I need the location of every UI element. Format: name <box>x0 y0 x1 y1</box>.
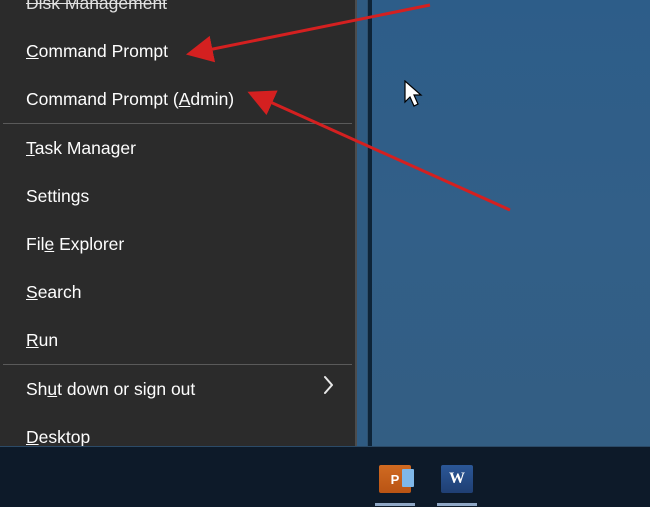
app-letter: W <box>449 470 465 488</box>
taskbar-app-word[interactable]: W <box>435 453 479 505</box>
menu-label-post: t down or sign out <box>57 379 195 399</box>
menu-item-file-explorer[interactable]: File Explorer <box>0 220 355 268</box>
menu-item-shutdown-signout[interactable]: Shut down or sign out <box>0 365 355 413</box>
taskbar[interactable]: P W <box>0 446 650 507</box>
menu-item-search[interactable]: Search <box>0 268 355 316</box>
presentation-icon: P <box>379 465 411 493</box>
taskbar-running-indicator <box>437 503 477 506</box>
menu-label-pre: Sh <box>26 379 47 399</box>
menu-label-key: S <box>26 282 38 302</box>
menu-item-command-prompt-admin[interactable]: Command Prompt (Admin) <box>0 75 355 123</box>
menu-label-post: Explorer <box>54 234 124 254</box>
menu-label-key: e <box>44 234 54 254</box>
menu-label-post: ask Manager <box>35 138 136 158</box>
menu-label-key: u <box>47 379 57 399</box>
menu-label-post: s <box>80 186 89 206</box>
menu-label-pre: Command Prompt ( <box>26 89 179 109</box>
menu-label-post: ommand Prompt <box>39 41 168 61</box>
menu-item-run[interactable]: Run <box>0 316 355 364</box>
menu-item-settings[interactable]: Settings <box>0 172 355 220</box>
taskbar-apps: P W <box>373 448 479 505</box>
menu-label-pre: Fil <box>26 234 44 254</box>
menu-item-disk-management[interactable]: Disk Management <box>0 0 355 27</box>
word-icon: W <box>441 465 473 493</box>
menu-label-post: esktop <box>39 427 91 447</box>
menu-label-post: dmin) <box>190 89 234 109</box>
menu-item-task-manager[interactable]: Task Manager <box>0 124 355 172</box>
menu-item-command-prompt[interactable]: Command Prompt <box>0 27 355 75</box>
menu-label-post: Disk Management <box>26 0 167 13</box>
taskbar-border <box>0 446 650 447</box>
menu-label-key: A <box>179 89 191 109</box>
taskbar-app-presentation[interactable]: P <box>373 453 417 505</box>
desktop-background[interactable] <box>367 0 650 446</box>
window-edge <box>367 0 372 446</box>
menu-label-post: un <box>39 330 58 350</box>
menu-label-pre: Settin <box>26 186 71 206</box>
chevron-right-icon <box>323 365 335 413</box>
taskbar-running-indicator <box>375 503 415 506</box>
menu-label-key: R <box>26 330 39 350</box>
menu-label-post: earch <box>38 282 82 302</box>
menu-label-key: T <box>26 138 35 158</box>
app-letter: P <box>391 472 400 487</box>
menu-label-key: D <box>26 427 39 447</box>
menu-label-key: C <box>26 41 39 61</box>
winx-menu: Disk Management Command Prompt Command P… <box>0 0 357 467</box>
